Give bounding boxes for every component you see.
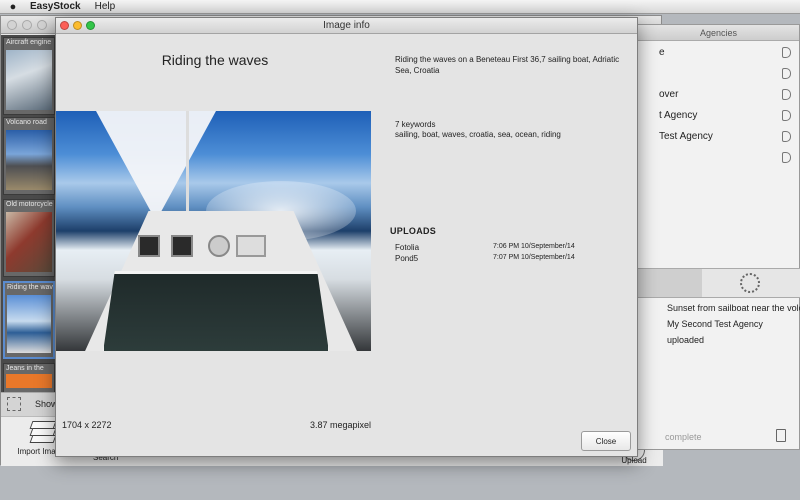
tag-icon[interactable] (782, 89, 791, 100)
thumbnail-label: Riding the waves (7, 284, 53, 291)
main-window-controls (7, 20, 47, 30)
thumbnail-card[interactable]: Jeans in the (3, 363, 55, 393)
dialog-titlebar: Image info (56, 18, 637, 34)
photo-instrument (138, 235, 160, 257)
upload-agency: Fotolia (395, 243, 420, 252)
tag-icon[interactable] (782, 152, 791, 163)
agency-row[interactable]: t Agency (638, 105, 800, 126)
agency-name: over (659, 89, 679, 100)
upload-agency: Pond5 (395, 254, 419, 263)
upload-label: Upload (621, 456, 647, 465)
image-title: Riding the waves (161, 52, 269, 68)
menu-help[interactable]: Help (95, 1, 116, 12)
photo-mast (186, 111, 189, 221)
photo-instrument (208, 235, 230, 257)
thumbnail-label: Old motorcycle (6, 201, 53, 208)
tag-icon[interactable] (782, 110, 791, 121)
agencies-panel: Agencies e over t Agency Test Agency Sun… (637, 24, 800, 450)
thumbnail-image (6, 130, 52, 190)
settings-strip (638, 268, 800, 298)
photo-cockpit (101, 271, 331, 351)
thumbnail-card[interactable]: Old motorcycle (3, 199, 55, 277)
log-item: Sunset from sailboat near the volcano (667, 303, 800, 313)
tag-icon[interactable] (782, 131, 791, 142)
upload-time: 7:06 PM 10/September/14 (493, 243, 575, 250)
upload-record: Pond5 7:07 PM 10/September/14 (395, 254, 595, 264)
thumbnail-card[interactable]: Volcano road (3, 117, 55, 195)
agencies-header: Agencies (638, 25, 799, 41)
complete-status: complete (665, 432, 702, 442)
image-preview (56, 111, 371, 351)
upload-log: Sunset from sailboat near the volcano My… (638, 301, 800, 349)
image-stack-icon (29, 421, 57, 445)
thumbnail-column[interactable]: Aircraft engine Volcano road Old motorcy… (1, 35, 57, 403)
log-item: My Second Test Agency (667, 319, 763, 329)
thumbnail-image (6, 212, 52, 272)
tag-icon[interactable] (782, 47, 791, 58)
selection-icon[interactable] (7, 397, 21, 411)
apple-menu-icon[interactable]: ● (0, 1, 26, 13)
keyword-count: 7 keywords (395, 120, 436, 129)
image-megapixel: 3.87 megapixel (310, 420, 372, 430)
thumbnail-card[interactable]: Aircraft engine (3, 37, 55, 115)
agency-list: e over t Agency Test Agency (638, 42, 800, 168)
thumbnail-image (6, 50, 52, 110)
upload-time: 7:07 PM 10/September/14 (493, 254, 575, 261)
thumbnail-image (7, 295, 51, 353)
close-button[interactable]: Close (581, 431, 631, 451)
thumbnail-label: Aircraft engine (6, 39, 52, 46)
gears-icon (740, 273, 760, 293)
agency-name: t Agency (659, 110, 698, 121)
log-item: uploaded (667, 335, 705, 345)
agency-row[interactable] (638, 63, 800, 84)
keyword-list: sailing, boat, waves, croatia, sea, ocea… (395, 130, 561, 139)
image-dimensions: 1704 x 2272 (62, 420, 112, 430)
thumbnail-card-selected[interactable]: Riding the waves (3, 281, 55, 359)
menu-bar: ● EasyStock Help (0, 0, 800, 14)
dialog-title: Image info (323, 20, 370, 31)
photo-instrument (236, 235, 266, 257)
settings-tab[interactable] (702, 269, 800, 297)
image-description: Riding the waves on a Beneteau First 36,… (395, 55, 620, 75)
agency-row[interactable] (638, 147, 800, 168)
thumbnail-image (6, 374, 52, 388)
tag-icon[interactable] (782, 68, 791, 79)
image-info-dialog: Image info Riding the waves Riding the w… (55, 17, 638, 457)
agency-row[interactable]: over (638, 84, 800, 105)
agency-name: e (659, 47, 665, 58)
menu-app-name[interactable]: EasyStock (26, 1, 81, 12)
photo-sail (96, 111, 216, 221)
agency-row[interactable]: Test Agency (638, 126, 800, 147)
main-close-button[interactable] (7, 20, 17, 30)
main-zoom-button[interactable] (37, 20, 47, 30)
agency-name: Test Agency (659, 131, 713, 142)
main-minimize-button[interactable] (22, 20, 32, 30)
thumbnail-label: Volcano road (6, 119, 47, 126)
agency-row[interactable]: e (638, 42, 800, 63)
uploads-heading: UPLOADS (390, 226, 437, 236)
upload-record: Fotolia 7:06 PM 10/September/14 (395, 243, 595, 253)
trash-icon[interactable] (776, 429, 786, 442)
photo-instrument (171, 235, 193, 257)
thumbnail-label: Jeans in the (6, 365, 44, 372)
